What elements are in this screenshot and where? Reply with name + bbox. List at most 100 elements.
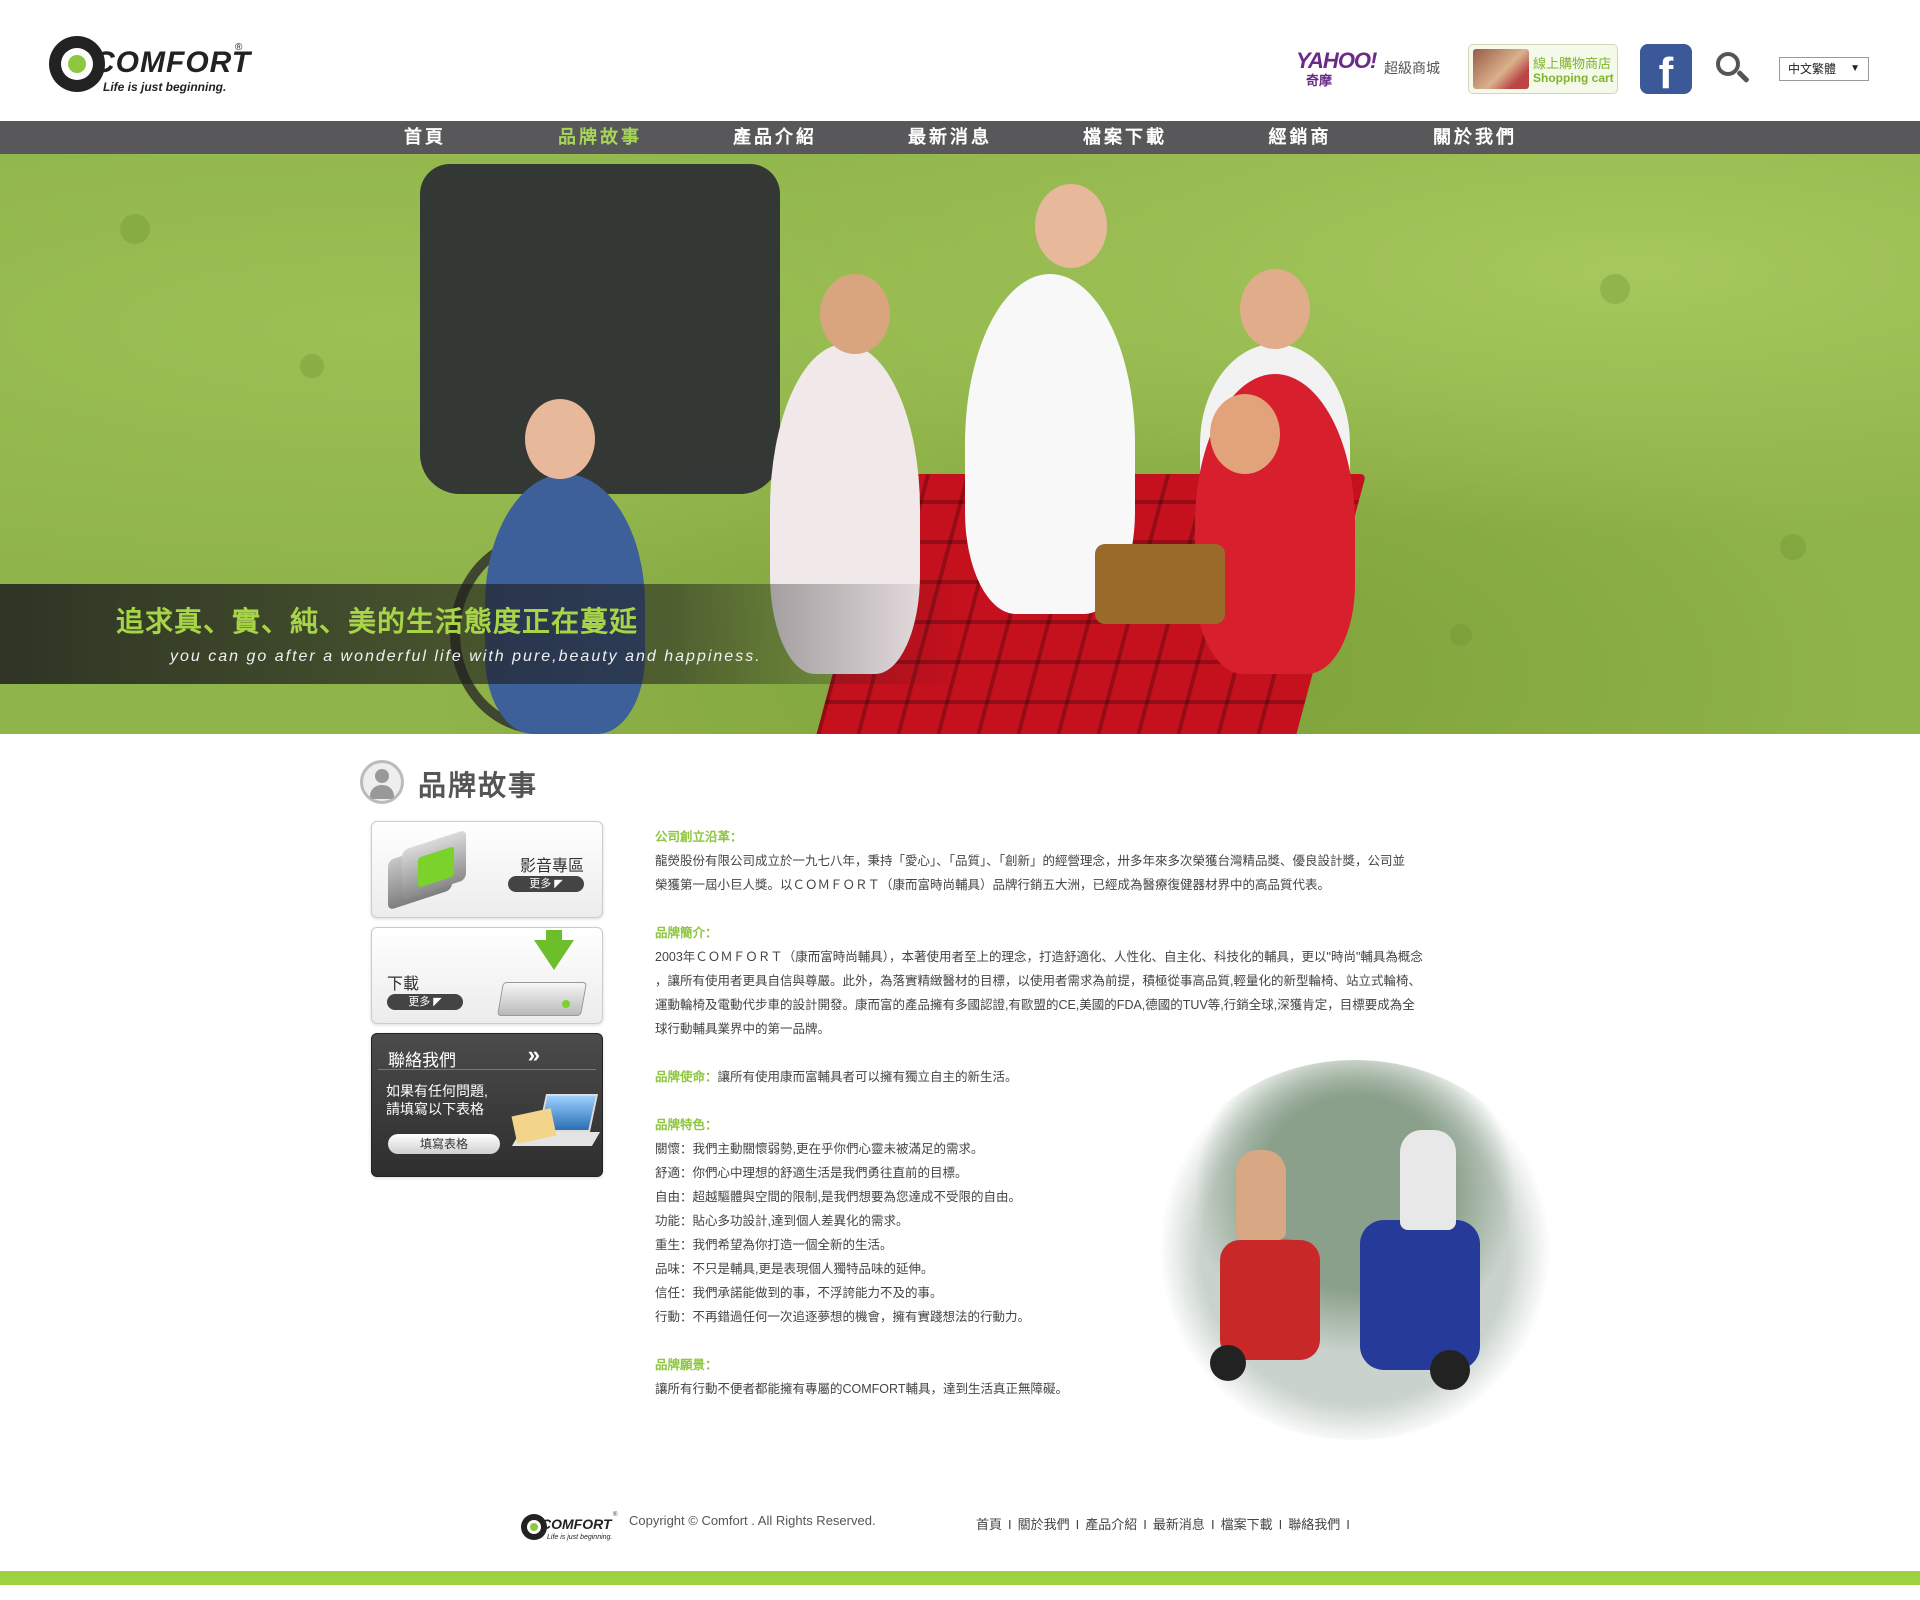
hero-caption-sub: you can go after a wonderful life with p… bbox=[170, 648, 762, 665]
footer-links: 首頁 I 關於我們 I 產品介紹 I 最新消息 I 檔案下載 I 聯絡我們 I bbox=[976, 1514, 1356, 1533]
fruit-basket bbox=[1095, 544, 1225, 624]
contact-desc-line: 請填寫以下表格 bbox=[386, 1101, 484, 1117]
search-icon[interactable] bbox=[1714, 50, 1750, 90]
nav-item-products[interactable]: 產品介紹 bbox=[715, 121, 835, 154]
double-chevron-icon: » bbox=[527, 1042, 540, 1067]
language-select[interactable]: 中文繁體 ▼ bbox=[1779, 57, 1869, 81]
grass-texture bbox=[120, 214, 150, 244]
scooter-wheel bbox=[1430, 1350, 1470, 1390]
intro-heading: 品牌簡介： bbox=[655, 926, 718, 940]
drive-led bbox=[562, 1000, 570, 1008]
shopping-cart-link[interactable]: 線上購物商店 Shopping cart bbox=[1468, 44, 1618, 94]
footer: COMFORT ® Life is just beginning. Copyri… bbox=[0, 1510, 1920, 1570]
head bbox=[1210, 394, 1280, 474]
header: COMFORT ® Life is just beginning. YAHOO!… bbox=[0, 0, 1920, 121]
mission-heading: 品牌使命： bbox=[655, 1070, 718, 1084]
logo-wordmark: COMFORT bbox=[93, 46, 252, 79]
copyright-text: Copyright © Comfort . All Rights Reserve… bbox=[629, 1513, 876, 1528]
scooter-wheel bbox=[1210, 1345, 1246, 1381]
contact-title: 聯絡我們 bbox=[388, 1051, 456, 1070]
intro-line: 球行動輔具業界中的第一品牌。 bbox=[655, 1022, 831, 1036]
video-zone-card[interactable]: 影音專區 更多 ◤ bbox=[371, 821, 603, 918]
nav-item-brand-story[interactable]: 品牌故事 bbox=[540, 121, 660, 154]
footer-link-home[interactable]: 首頁 bbox=[976, 1517, 1002, 1532]
film-icon bbox=[388, 829, 478, 911]
nav-item-news[interactable]: 最新消息 bbox=[890, 121, 1010, 154]
footer-logo-registered: ® bbox=[613, 1512, 618, 1518]
contact-desc-line: 如果有任何問題, bbox=[386, 1083, 488, 1099]
intro-line: 運動輪椅及電動代步車的設計開發。康而富的產品擁有多國認證,有歐盟的CE,美國的F… bbox=[655, 998, 1415, 1012]
blue-scooter bbox=[1360, 1220, 1480, 1370]
shop-label-en: Shopping cart bbox=[1533, 71, 1614, 85]
footer-separator: I bbox=[1075, 1517, 1080, 1532]
laptop-mail-icon bbox=[506, 1094, 601, 1156]
footer-separator: I bbox=[1143, 1517, 1147, 1532]
intro-line: 2003年ＣＯＭＦＯＲＴ（康而富時尚輔具），本著使用者至上的理念，打造舒適化、人… bbox=[655, 950, 1423, 964]
contact-description: 如果有任何問題, 請填寫以下表格 bbox=[386, 1082, 506, 1118]
footer-separator: I bbox=[1278, 1517, 1283, 1532]
facebook-icon[interactable]: f bbox=[1640, 44, 1692, 98]
logo-tagline: Life is just beginning. bbox=[103, 80, 227, 94]
head bbox=[820, 274, 890, 354]
footer-logo-tagline: Life is just beginning. bbox=[547, 1534, 613, 1541]
download-more-button[interactable]: 更多 ◤ bbox=[387, 994, 463, 1010]
grass-texture bbox=[300, 354, 324, 378]
history-heading: 公司創立沿革： bbox=[655, 830, 743, 844]
rider-woman bbox=[1236, 1150, 1286, 1240]
intro-line: ，讓所有使用者更具自信與尊嚴。此外，為落實精緻醫材的目標，以使用者需求為前提，積… bbox=[655, 974, 1421, 988]
shop-label: 線上購物商店 bbox=[1533, 56, 1612, 71]
person-icon bbox=[360, 760, 404, 804]
hero-caption-main: 追求真、實、純、美的生活態度正在蔓延 bbox=[116, 606, 639, 637]
grass-texture bbox=[1450, 624, 1472, 646]
contact-header: 聯絡我們 » bbox=[378, 1040, 596, 1070]
footer-link-contact[interactable]: 聯絡我們 bbox=[1288, 1517, 1340, 1532]
contact-card[interactable]: 聯絡我們 » 如果有任何問題, 請填寫以下表格 填寫表格 bbox=[371, 1033, 603, 1177]
video-more-button[interactable]: 更多 ◤ bbox=[508, 876, 584, 892]
history-line: 榮獲第一屆小巨人獎。以ＣＯＭＦＯＲＴ（康而富時尚輔具）品牌行銷五大洲，已經成為醫… bbox=[655, 878, 1331, 892]
footer-separator: I bbox=[1346, 1517, 1350, 1532]
nav-item-dealers[interactable]: 經銷商 bbox=[1240, 121, 1360, 154]
rider-man bbox=[1400, 1130, 1456, 1230]
mobility-scooter-photo bbox=[1150, 1060, 1560, 1440]
drive-shape bbox=[497, 982, 587, 1016]
download-card[interactable]: 下載 更多 ◤ bbox=[371, 927, 603, 1024]
arrow-down-icon bbox=[534, 940, 574, 970]
footer-logo[interactable]: COMFORT ® Life is just beginning. bbox=[521, 1510, 621, 1544]
chevron-down-icon: ▼ bbox=[1850, 63, 1860, 74]
fill-form-button[interactable]: 填寫表格 bbox=[388, 1134, 500, 1154]
search-icon-handle bbox=[1736, 69, 1750, 84]
yahoo-mall-link[interactable]: YAHOO! 奇摩 超級商城 bbox=[1296, 48, 1446, 88]
hero-banner: 追求真、實、純、美的生活態度正在蔓延 you can go after a wo… bbox=[0, 154, 1920, 734]
video-zone-label: 影音專區 bbox=[519, 858, 584, 875]
mission-text: 讓所有使用康而富輔具者可以擁有獨立自主的新生活。 bbox=[717, 1070, 1018, 1084]
footer-green-bar bbox=[0, 1571, 1920, 1585]
history-line: 龍熒股份有限公司成立於一九七八年，秉持「愛心」、「品質」、「創新」的經營理念，卅… bbox=[655, 854, 1406, 868]
logo-registered: ® bbox=[235, 42, 243, 53]
power-wheelchair bbox=[420, 164, 780, 494]
head bbox=[1035, 184, 1107, 268]
footer-link-downloads[interactable]: 檔案下載 bbox=[1221, 1517, 1273, 1532]
head bbox=[525, 399, 595, 479]
head bbox=[1240, 269, 1310, 349]
footer-separator: I bbox=[1008, 1517, 1012, 1532]
footer-link-products[interactable]: 產品介紹 bbox=[1085, 1517, 1137, 1532]
nav-item-about[interactable]: 關於我們 bbox=[1415, 121, 1535, 154]
footer-link-news[interactable]: 最新消息 bbox=[1153, 1517, 1205, 1532]
yahoo-mall-label: 超級商城 bbox=[1384, 60, 1440, 76]
language-selected: 中文繁體 bbox=[1788, 62, 1837, 76]
footer-link-about[interactable]: 關於我們 bbox=[1018, 1517, 1070, 1532]
comfort-logo[interactable]: COMFORT ® Life is just beginning. bbox=[49, 36, 252, 98]
download-icon bbox=[497, 930, 590, 1018]
footer-logo-wordmark: COMFORT bbox=[541, 1516, 612, 1532]
yahoo-sub: 奇摩 bbox=[1306, 73, 1333, 88]
shop-thumbnail bbox=[1473, 49, 1529, 89]
nav-item-home[interactable]: 首頁 bbox=[365, 121, 485, 154]
download-label: 下載 bbox=[387, 976, 420, 993]
nav-item-downloads[interactable]: 檔案下載 bbox=[1065, 121, 1185, 154]
grass-texture bbox=[1780, 534, 1806, 560]
main-nav: 首頁 品牌故事 產品介紹 最新消息 檔案下載 經銷商 關於我們 bbox=[0, 121, 1920, 154]
footer-separator: I bbox=[1210, 1517, 1215, 1532]
grass-texture bbox=[1600, 274, 1630, 304]
red-scooter bbox=[1220, 1240, 1320, 1360]
